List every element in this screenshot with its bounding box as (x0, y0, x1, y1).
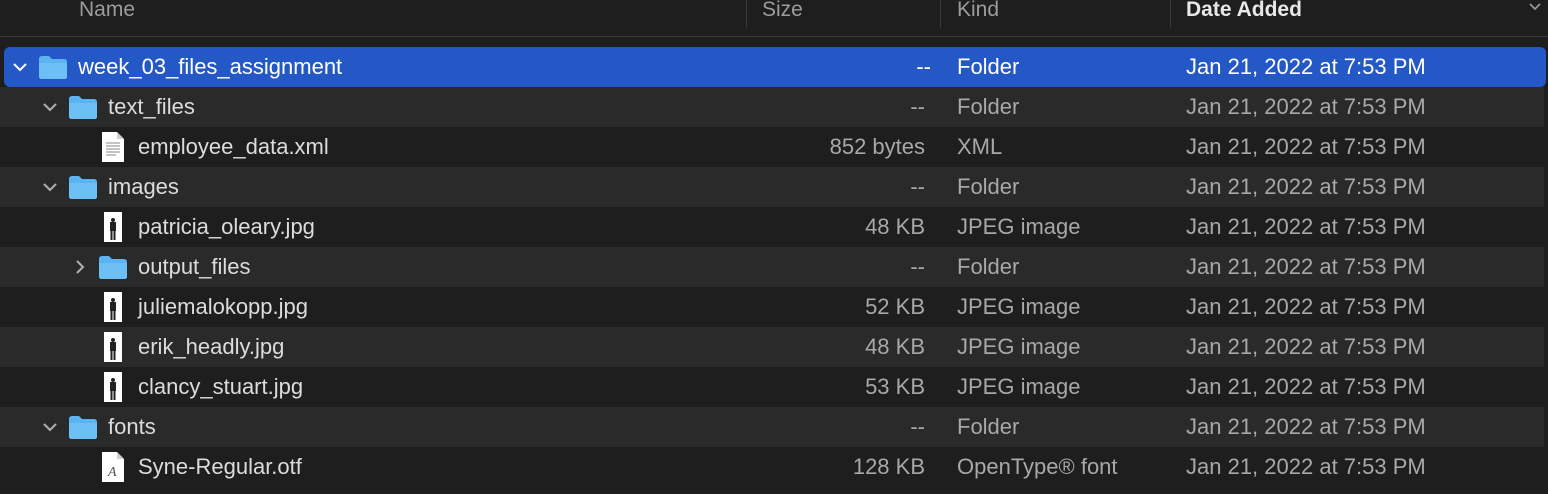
folder-row[interactable]: fonts -- Folder Jan 21, 2022 at 7:53 PM (0, 407, 1544, 447)
file-size: 53 KB (865, 374, 925, 399)
file-date: Jan 21, 2022 at 7:53 PM (1186, 374, 1426, 399)
file-name: images (108, 174, 179, 199)
file-date: Jan 21, 2022 at 7:53 PM (1186, 334, 1426, 359)
file-date: Jan 21, 2022 at 7:53 PM (1186, 54, 1426, 79)
file-date: Jan 21, 2022 at 7:53 PM (1186, 134, 1426, 159)
folder-row[interactable]: text_files -- Folder Jan 21, 2022 at 7:53 P… (0, 87, 1544, 127)
file-name: employee_data.xml (138, 134, 329, 159)
file-name: fonts (108, 414, 156, 439)
file-size: -- (910, 94, 925, 119)
file-row[interactable]: clancy_stuart.jpg 53 KB JPEG image Jan 21, … (0, 367, 1544, 407)
column-divider[interactable] (1170, 0, 1171, 28)
file-size: 128 KB (852, 454, 925, 479)
file-kind: OpenType® font (957, 454, 1118, 479)
image-file-icon (104, 292, 122, 322)
file-size: 48 KB (865, 214, 925, 239)
folder-icon (69, 416, 97, 439)
file-date: Jan 21, 2022 at 7:53 PM (1186, 454, 1426, 479)
file-size: -- (910, 414, 925, 439)
file-size: 852 bytes (829, 134, 925, 159)
folder-row[interactable]: week_03_files_assignment -- Folder Jan 21, … (4, 47, 1546, 87)
chevron-right-icon[interactable] (72, 259, 88, 275)
file-row[interactable]: erik_headly.jpg 48 KB JPEG image Jan 21, 20… (0, 327, 1544, 367)
file-date: Jan 21, 2022 at 7:53 PM (1186, 174, 1426, 199)
chevron-down-icon[interactable] (1528, 0, 1542, 14)
file-name: patricia_oleary.jpg (138, 214, 315, 239)
file-name: output_files (138, 254, 251, 279)
file-date: Jan 21, 2022 at 7:53 PM (1186, 254, 1426, 279)
folder-icon (69, 96, 97, 119)
chevron-down-icon[interactable] (12, 59, 28, 75)
file-name: erik_headly.jpg (138, 334, 285, 359)
file-date: Jan 21, 2022 at 7:53 PM (1186, 214, 1426, 239)
file-date: Jan 21, 2022 at 7:53 PM (1186, 94, 1426, 119)
file-kind: Folder (957, 414, 1020, 439)
font-file-icon: A (102, 452, 124, 482)
column-header-size[interactable]: Size (762, 0, 803, 22)
file-date: Jan 21, 2022 at 7:53 PM (1186, 414, 1426, 439)
image-file-icon (104, 212, 122, 242)
image-file-icon (104, 332, 122, 362)
chevron-down-icon[interactable] (42, 99, 58, 115)
file-row[interactable]: juliemalokopp.jpg 52 KB JPEG image Jan 21, … (0, 287, 1544, 327)
file-name: clancy_stuart.jpg (138, 374, 304, 399)
file-name: juliemalokopp.jpg (138, 294, 308, 319)
file-kind: JPEG image (957, 214, 1081, 239)
column-header-bar: Name Size Kind Date Added (0, 0, 1548, 37)
file-list: week_03_files_assignment -- Folder Jan 21, … (0, 47, 1548, 487)
folder-row[interactable]: images -- Folder Jan 21, 2022 at 7:53 PM (0, 167, 1544, 207)
column-header-name[interactable]: Name (79, 0, 135, 22)
file-size: 52 KB (865, 294, 925, 319)
column-header-kind[interactable]: Kind (957, 0, 999, 22)
folder-icon (99, 256, 127, 279)
file-size: 48 KB (865, 334, 925, 359)
file-name: week_03_files_assignment (78, 54, 343, 79)
image-file-icon (104, 372, 122, 402)
document-icon (102, 132, 124, 162)
file-row[interactable]: patricia_oleary.jpg 48 KB JPEG image Jan 21… (0, 207, 1544, 247)
file-row[interactable]: employee_data.xml 852 bytes XML Jan 21, 202… (0, 127, 1544, 167)
file-name: Syne-Regular.otf (138, 454, 302, 479)
svg-text:A: A (107, 465, 117, 480)
chevron-down-icon[interactable] (42, 179, 58, 195)
chevron-down-icon[interactable] (42, 419, 58, 435)
file-kind: Folder (957, 174, 1020, 199)
folder-icon (39, 56, 67, 79)
column-divider[interactable] (746, 0, 747, 28)
column-header-date-added[interactable]: Date Added (1186, 0, 1302, 22)
file-kind: JPEG image (957, 334, 1081, 359)
file-name: text_files (108, 94, 195, 119)
file-kind: Folder (957, 54, 1020, 79)
file-size: -- (916, 54, 931, 79)
file-date: Jan 21, 2022 at 7:53 PM (1186, 294, 1426, 319)
folder-icon (69, 176, 97, 199)
file-kind: JPEG image (957, 374, 1081, 399)
column-divider[interactable] (940, 0, 941, 28)
file-row[interactable]: A Syne-Regular.otf 128 KB OpenType® font Jan… (0, 447, 1544, 487)
file-kind: XML (957, 134, 1003, 159)
file-kind: Folder (957, 254, 1020, 279)
file-kind: JPEG image (957, 294, 1081, 319)
file-size: -- (910, 174, 925, 199)
file-kind: Folder (957, 94, 1020, 119)
folder-row[interactable]: output_files -- Folder Jan 21, 2022 at 7:53… (0, 247, 1544, 287)
file-size: -- (910, 254, 925, 279)
